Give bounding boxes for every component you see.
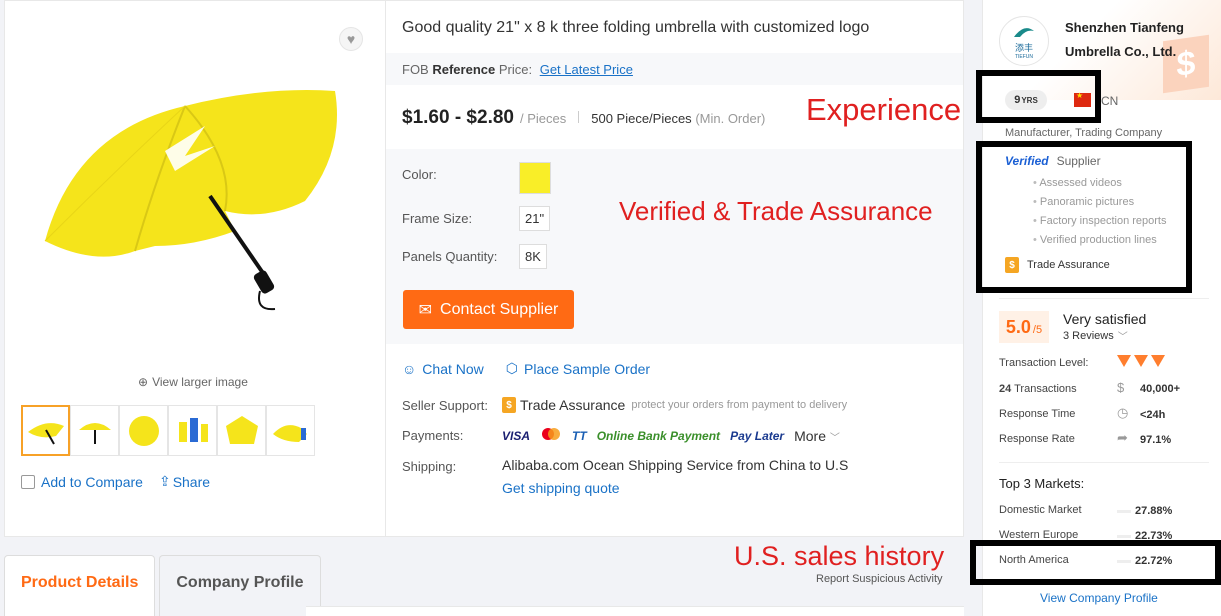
action-links: ☺ Chat Now ⬡ Place Sample Order [402,360,650,377]
supplier-name[interactable]: Shenzhen Tianfeng Umbrella Co., Ltd. [1065,16,1184,64]
shipping-label: Shipping: [402,459,457,474]
view-larger-link[interactable]: ⊕ View larger image [138,375,248,389]
response-time-label: Response Time [999,408,1076,420]
product-gallery: ♥ ⊕ View larger image Add to Compare ⇪ S… [4,0,386,537]
attributes-box: Color: Frame Size: 21" Panels Quantity: … [386,149,963,344]
shipping-value: Alibaba.com Ocean Shipping Service from … [502,457,849,473]
payment-methods: VISA TT Online Bank Payment Pay Later Mo… [502,427,840,444]
trade-assurance-icon: $ [502,397,516,413]
thumbnail-2[interactable] [70,405,119,456]
reviews-dropdown[interactable]: 3 Reviews ﹀ [1063,328,1128,344]
response-rate-value: 97.1% [1140,434,1172,446]
experience-highlight-box [976,70,1101,123]
detail-tabs: Product Details Company Profile [4,555,325,616]
thumbnail-3[interactable] [119,405,168,456]
market-bar [1117,535,1131,538]
get-shipping-quote-link[interactable]: Get shipping quote [502,480,620,496]
panels-quantity-label: Panels Quantity: [402,249,498,264]
seller-support-label: Seller Support: [402,398,488,413]
payments-label: Payments: [402,428,464,443]
transactions-value: 40,000+ [1140,383,1181,395]
seller-support-value: $ Trade Assurance protect your orders fr… [502,397,847,413]
price-row: $1.60 - $2.80 / Pieces 500 Piece/Pieces … [402,107,765,129]
price-unit: / Pieces [519,111,567,126]
main-product-image[interactable] [35,71,365,321]
contact-supplier-button[interactable]: ✉ Contact Supplier [403,290,574,329]
frame-size-option[interactable]: 21" [519,206,551,231]
color-label: Color: [402,167,437,182]
divider [999,462,1209,463]
add-to-compare-link[interactable]: Add to Compare [41,474,143,490]
sales-highlight-box [970,540,1221,585]
market-name: Domestic Market [999,504,1082,516]
place-sample-order-link[interactable]: ⬡ Place Sample Order [506,360,650,377]
response-rate-label: Response Rate [999,433,1075,445]
transaction-level-label: Transaction Level: [999,357,1089,369]
box-icon: ⬡ [505,360,518,376]
sales-history-annotation: U.S. sales history [734,541,945,571]
mail-icon: ✉ [418,301,433,319]
diamond-icon [1117,355,1131,367]
tab-product-details[interactable]: Product Details [4,555,156,616]
thumbnail-4[interactable] [168,405,217,456]
fob-price-bar: FOB Reference Price: Get Latest Price [386,53,963,85]
diamond-icon [1134,355,1148,367]
price-range: $1.60 - $2.80 [402,107,514,128]
tt-icon: TT [572,428,587,443]
color-swatch[interactable] [519,162,551,194]
share-icon: ⇪ [158,473,171,489]
dollar-circle-icon: $ [1117,380,1125,395]
product-info-panel: Good quality 21" x 8 k three folding umb… [386,0,964,537]
reply-arrow-icon: ➦ [1117,430,1128,445]
transaction-level-diamonds [1117,355,1165,367]
thumbnail-strip [21,405,315,456]
clock-icon: ◷ [1117,405,1129,420]
transactions-label: 24 Transactions [999,383,1077,395]
get-latest-price-link[interactable]: Get Latest Price [540,62,633,77]
frame-size-label: Frame Size: [402,211,473,226]
mastercard-icon [540,427,562,444]
diamond-icon [1151,355,1165,367]
favorite-heart-icon[interactable]: ♥ [339,27,363,51]
tab-company-profile[interactable]: Company Profile [159,555,321,616]
visa-icon: VISA [502,428,531,443]
payments-more-dropdown[interactable]: More ﹀ [794,428,840,444]
share-button[interactable]: ⇪ Share [159,473,210,490]
chat-icon: ☺ [402,360,417,377]
business-type: Manufacturer, Trading Company [1005,127,1163,139]
country-code: CN [1101,94,1119,108]
rating-score: 5.0/5 [999,311,1049,343]
market-value: 27.88% [1135,505,1173,517]
divider [999,298,1209,299]
pay-later-icon: Pay Later [730,428,785,443]
tab-content [306,606,964,616]
top-markets-label: Top 3 Markets: [999,476,1085,491]
experience-annotation: Experience [806,92,962,127]
verified-highlight-box [976,141,1192,293]
product-title: Good quality 21" x 8 k three folding umb… [402,19,870,36]
verified-annotation: Verified & Trade Assurance [619,196,933,226]
response-time-value: <24h [1140,409,1166,421]
divider [578,111,580,123]
chevron-down-icon: ﹀ [1117,332,1128,343]
view-company-profile-link[interactable]: View Company Profile [1040,591,1158,605]
chat-now-link[interactable]: ☺ Chat Now [402,360,484,377]
market-bar [1117,510,1131,513]
thumbnail-5[interactable] [217,405,266,456]
report-suspicious-link[interactable]: Report Suspicious Activity [816,573,943,585]
compare-share-row: Add to Compare ⇪ Share [21,473,210,490]
min-order: 500 Piece/Pieces (Min. Order) [591,111,766,126]
supplier-logo[interactable]: 添丰 TIEFUN [999,16,1049,66]
online-bank-payment-icon: Online Bank Payment [596,428,721,443]
thumbnail-6[interactable] [266,405,315,456]
chevron-down-icon: ﹀ [829,432,840,444]
satisfaction-label: Very satisfied [1063,311,1147,327]
panels-quantity-option[interactable]: 8K [519,244,547,269]
thumbnail-1[interactable] [21,405,70,456]
compare-checkbox[interactable] [21,474,35,489]
zoom-icon: ⊕ [138,375,149,389]
